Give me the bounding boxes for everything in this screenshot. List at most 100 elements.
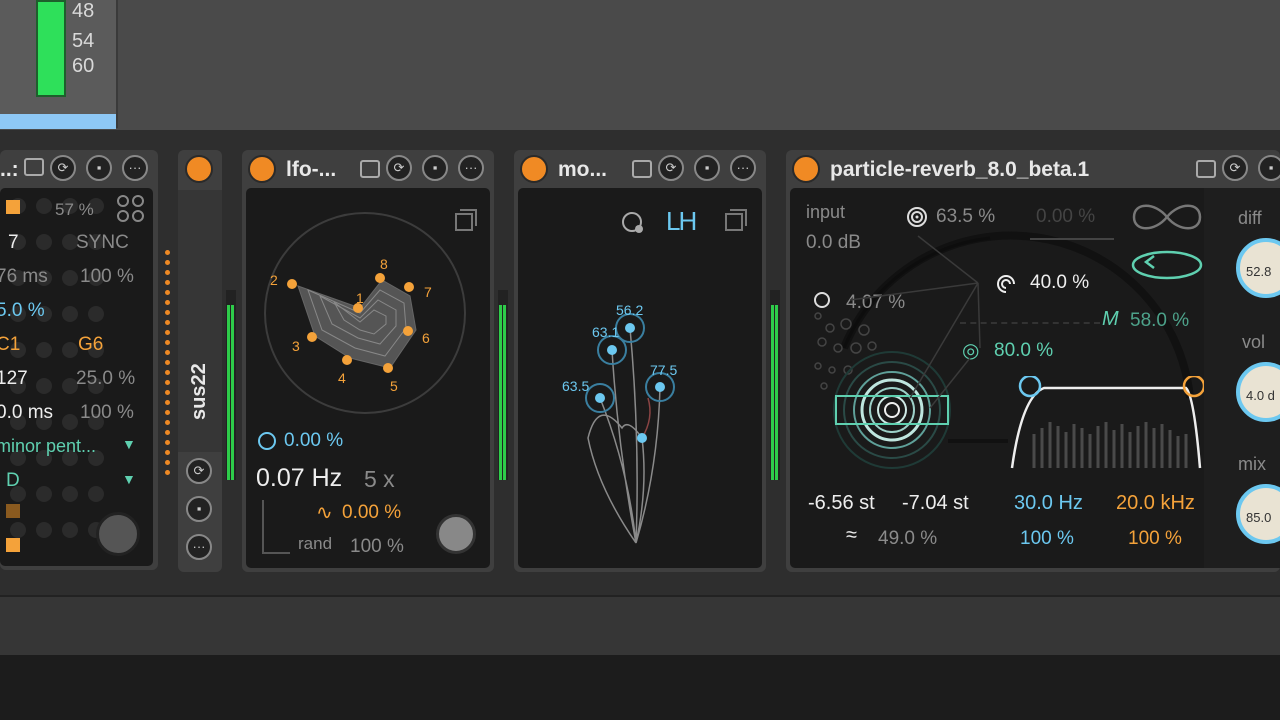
save-button[interactable]: ▪: [1258, 155, 1280, 181]
gate-value[interactable]: 100 %: [80, 266, 134, 288]
more-button[interactable]: ···: [122, 155, 148, 181]
point-label-7: 7: [424, 284, 432, 300]
chevron-down-icon[interactable]: ▼: [122, 436, 136, 452]
refresh-button[interactable]: ⟳: [386, 155, 412, 181]
device-on-button[interactable]: [185, 155, 213, 183]
save-button[interactable]: ▪: [422, 155, 448, 181]
knob[interactable]: [436, 514, 476, 554]
save-button[interactable]: ▪: [694, 155, 720, 181]
device-on-button[interactable]: [520, 155, 548, 183]
copy-icon[interactable]: [724, 208, 748, 232]
lowcut-value[interactable]: 30.0 Hz: [1014, 492, 1083, 515]
amount-value[interactable]: 100 %: [80, 402, 134, 424]
swing-value[interactable]: 5.0 %: [0, 300, 45, 322]
wave-amount-value[interactable]: 0.00 %: [342, 502, 401, 524]
multiplier-value[interactable]: 5 x: [364, 466, 395, 493]
grid-icon[interactable]: [116, 194, 146, 224]
rate-value[interactable]: 0.07 Hz: [256, 464, 342, 493]
meter-scale-48: 48: [72, 0, 95, 22]
pitch-a-value[interactable]: -6.56 st: [808, 492, 875, 515]
meter-scale-60: 60: [72, 55, 95, 77]
more-button[interactable]: ···: [730, 155, 756, 181]
texture-icon: ≈: [846, 524, 857, 546]
velocity-value[interactable]: 127: [0, 368, 28, 390]
device-body: 57 % 7 SYNC 76 ms 100 % 5.0 % C1 G6 127 …: [0, 188, 153, 566]
filter-display[interactable]: [1010, 376, 1206, 472]
device-body: 1 2 3 4 5 6 7 8 0.00 % 0.07 Hz 5 x ∿ 0.0…: [246, 188, 490, 568]
refresh-button[interactable]: ⟳: [50, 155, 76, 181]
calendar-icon[interactable]: [632, 160, 652, 178]
refresh-button[interactable]: ⟳: [658, 155, 684, 181]
phase-value[interactable]: 0.00 %: [284, 430, 343, 452]
mix-label: mix: [1238, 454, 1266, 474]
device-particle-reverb: particle-reverb_8.0_beta.1 ⟳ ▪ input 0.0…: [786, 150, 1280, 572]
save-button[interactable]: ▪: [186, 496, 212, 522]
vol-label: vol: [1242, 332, 1266, 352]
more-button[interactable]: ···: [458, 155, 484, 181]
point-label-5: 5: [390, 378, 398, 394]
device-on-button[interactable]: [792, 155, 820, 183]
modulation-indicator: [165, 250, 171, 480]
point-label-8: 8: [380, 256, 388, 272]
rand-label: rand: [298, 534, 333, 553]
record-icon[interactable]: [620, 210, 646, 236]
highcut-amount[interactable]: 100 %: [1128, 528, 1182, 550]
texture-value[interactable]: 49.0 %: [878, 528, 937, 550]
track-selection-strip[interactable]: [0, 114, 116, 129]
refresh-button[interactable]: ⟳: [186, 458, 212, 484]
device-title: ..:: [0, 158, 19, 181]
mode-lh-button[interactable]: LH: [666, 206, 697, 237]
lowcut-amount[interactable]: 100 %: [1020, 528, 1074, 550]
key-select[interactable]: D: [6, 470, 20, 492]
node-label: 63.5: [562, 378, 590, 394]
device-title: particle-reverb_8.0_beta.1: [830, 158, 1090, 181]
device-title: mo...: [558, 158, 608, 181]
device-lfo: lfo-... ⟳ ▪ ··· 1 2 3 4 5 6 7 8 0.00 % 0…: [242, 150, 494, 572]
knob[interactable]: [96, 512, 140, 556]
bottom-panel: [0, 655, 1280, 720]
point-label-3: 3: [292, 338, 300, 354]
device-sus22: sus22 ⟳ ▪ ···: [178, 150, 222, 572]
highcut-value[interactable]: 20.0 kHz: [1116, 492, 1195, 515]
point-label-4: 4: [338, 370, 346, 386]
steps-value[interactable]: 7: [8, 232, 19, 254]
wave-icon: ∿: [316, 502, 333, 524]
pitch-b-value[interactable]: -7.04 st: [902, 492, 969, 515]
hand-visualizer[interactable]: [558, 288, 728, 558]
rate-value[interactable]: 57 %: [55, 200, 94, 220]
lfo-shape-display[interactable]: [260, 208, 470, 418]
delay-value[interactable]: 0.0 ms: [0, 402, 53, 424]
node-label: 77.5: [650, 362, 678, 378]
rand-axis-h: [262, 552, 290, 554]
level-meter: [36, 0, 66, 97]
sync-label[interactable]: SYNC: [76, 232, 129, 254]
calendar-icon[interactable]: [360, 160, 380, 178]
device-on-button[interactable]: [248, 155, 276, 183]
rand-value[interactable]: 100 %: [350, 536, 404, 558]
step-dim[interactable]: [6, 504, 20, 518]
chance-value[interactable]: 25.0 %: [76, 368, 135, 390]
device-arp: ..: ⟳ ▪ ··· 57 % 7 SYNC 76 ms 100 % 5.0 …: [0, 150, 158, 570]
device-body: LH 56.2 63.1 63.5 77.5: [518, 188, 762, 568]
chevron-down-icon[interactable]: ▼: [122, 471, 136, 487]
level-meter: [770, 290, 780, 480]
scale-select[interactable]: minor pent...: [0, 436, 96, 457]
step-active[interactable]: [6, 538, 20, 552]
status-bar: [0, 595, 1280, 655]
calendar-icon[interactable]: [1196, 160, 1216, 178]
step-active[interactable]: [6, 200, 20, 214]
level-meter: [498, 290, 508, 480]
device-title: lfo-...: [286, 158, 337, 181]
device-body: input 0.0 dB 63.5 % 0.00 % 4.07 % 40.0 %…: [790, 188, 1280, 568]
low-note[interactable]: C1: [0, 334, 20, 356]
meter-scale-54: 54: [72, 30, 95, 52]
more-button[interactable]: ···: [186, 534, 212, 560]
time-value[interactable]: 76 ms: [0, 266, 48, 288]
refresh-button[interactable]: ⟳: [1222, 155, 1248, 181]
save-button[interactable]: ▪: [86, 155, 112, 181]
device-title: sus22: [188, 363, 210, 420]
calendar-icon[interactable]: [24, 158, 44, 176]
node-label: 63.1: [592, 324, 620, 340]
high-note[interactable]: G6: [78, 334, 103, 356]
signal-bar: [948, 439, 1008, 443]
